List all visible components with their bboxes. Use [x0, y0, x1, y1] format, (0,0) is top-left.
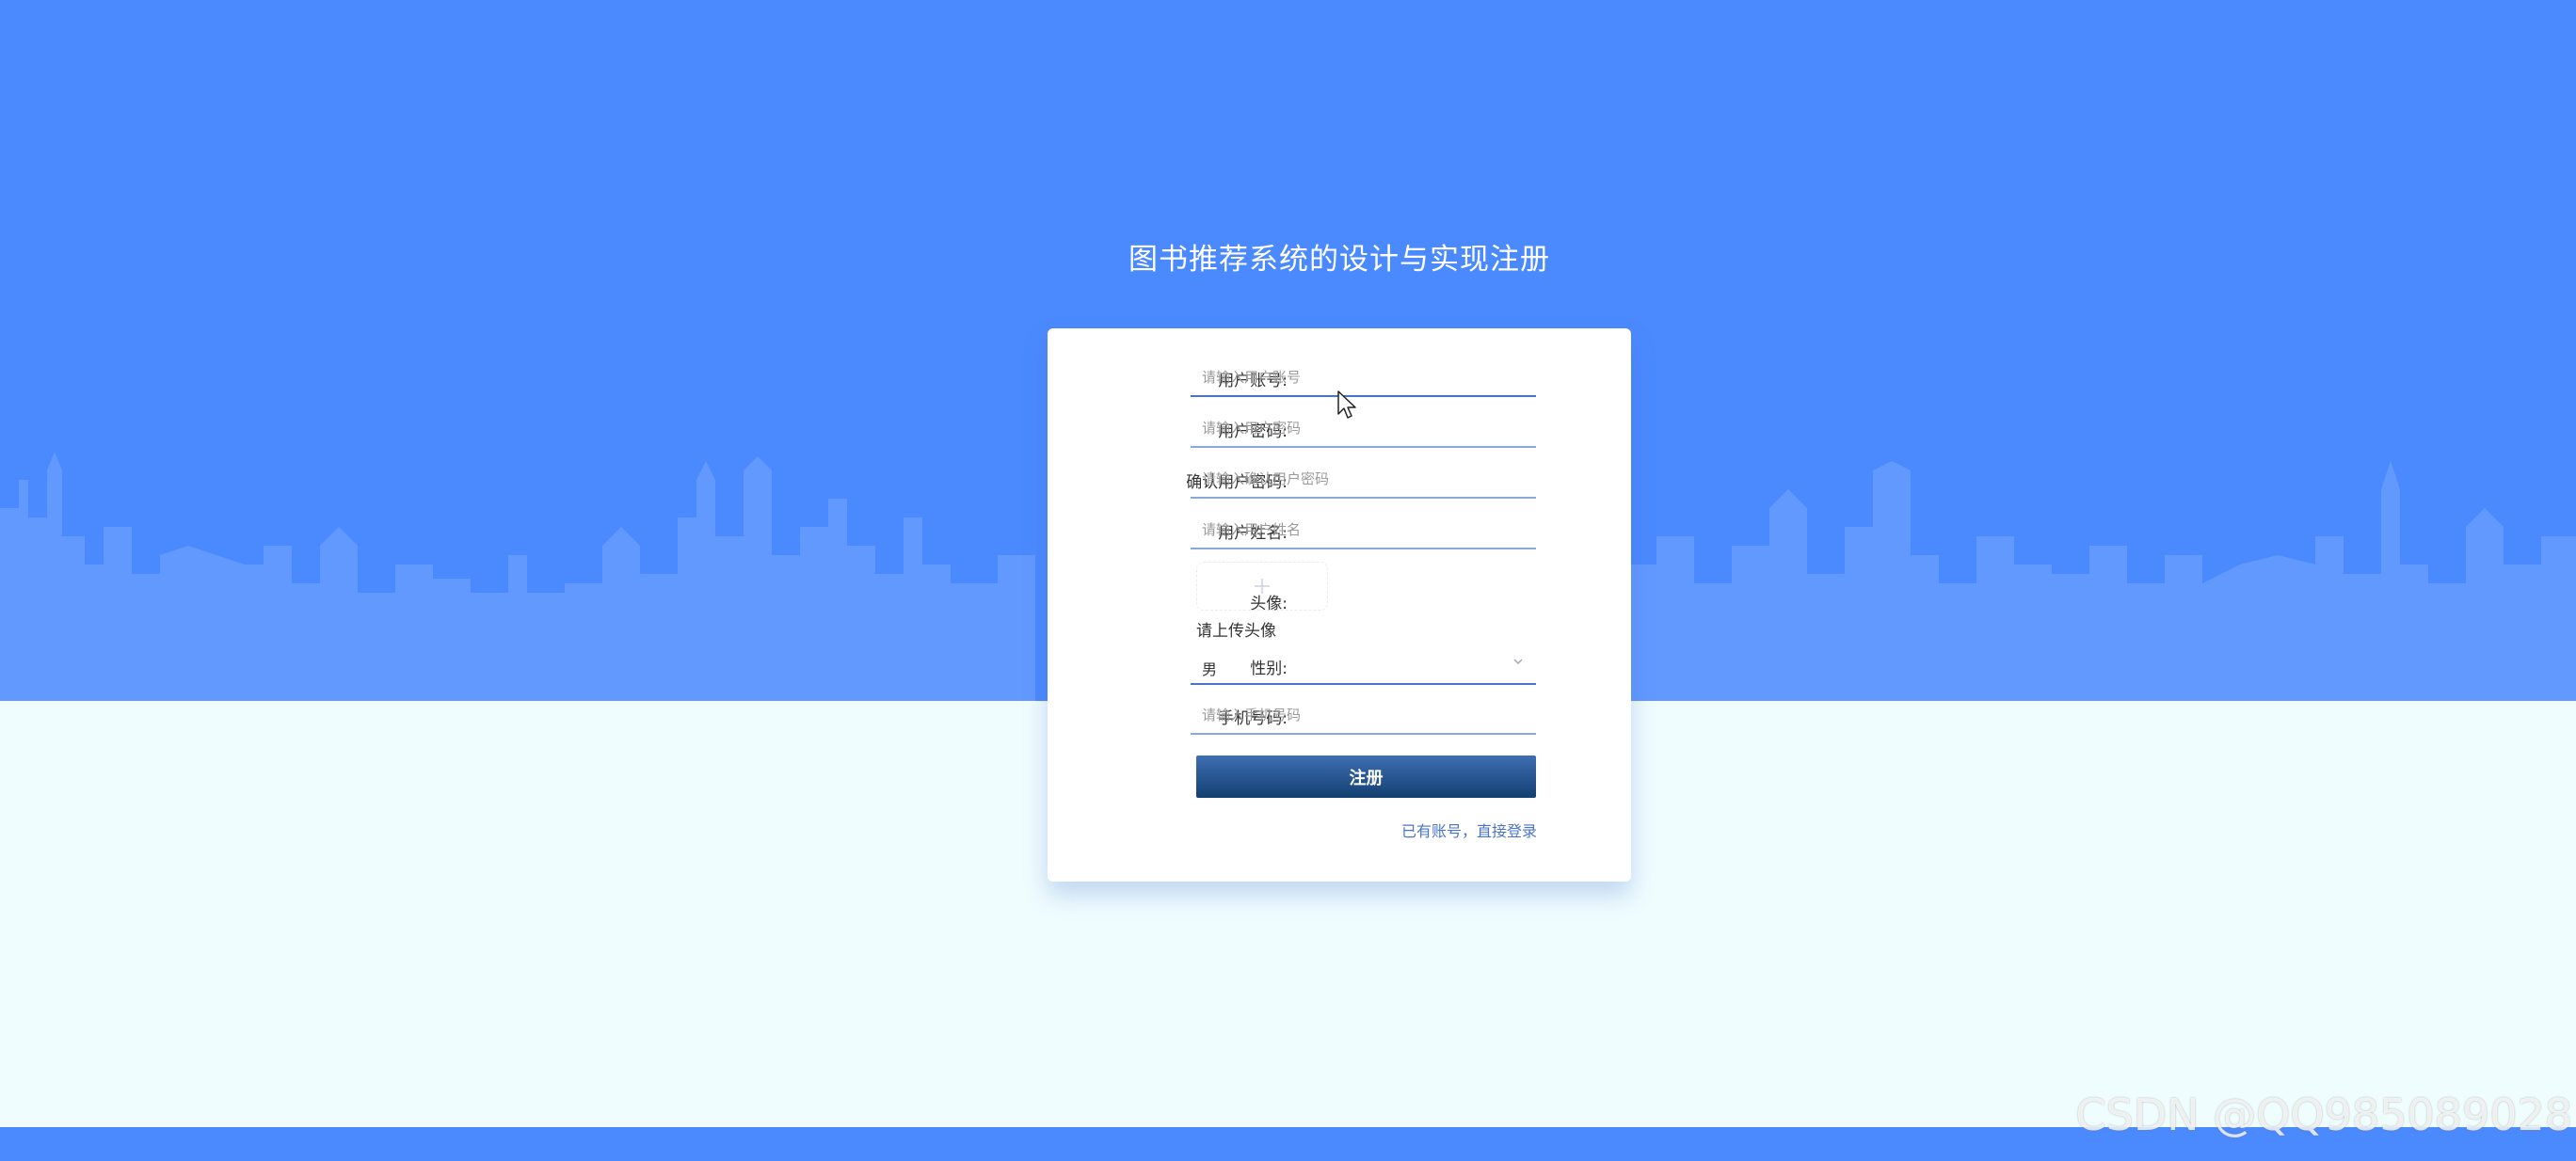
watermark: CSDN @QQ985089028 — [2075, 1089, 2572, 1140]
register-button[interactable]: 注册 — [1196, 755, 1536, 798]
gender-row: 性别: 男 — [1048, 647, 1631, 685]
name-row: 用户姓名: — [1048, 512, 1631, 549]
phone-row: 手机号码: — [1048, 697, 1631, 735]
avatar-upload-button[interactable] — [1196, 562, 1328, 611]
confirm-password-row: 确认用户密码: — [1048, 461, 1631, 499]
avatar-upload-hint: 请上传头像 — [1196, 622, 1276, 641]
confirm-password-input[interactable] — [1191, 461, 1536, 499]
gender-select[interactable]: 男 — [1191, 647, 1536, 685]
name-input[interactable] — [1191, 512, 1536, 549]
gender-selected-value: 男 — [1202, 660, 1218, 678]
plus-icon — [1255, 579, 1270, 594]
page-title: 图书推荐系统的设计与实现注册 — [1128, 243, 1550, 277]
chevron-down-icon — [1513, 659, 1523, 665]
account-input[interactable] — [1191, 359, 1536, 397]
password-input[interactable] — [1191, 410, 1536, 448]
phone-input[interactable] — [1191, 697, 1536, 735]
mouse-pointer-icon — [1337, 390, 1356, 419]
login-link[interactable]: 已有账号，直接登录 — [1401, 819, 1537, 841]
avatar-row: 头像: — [1048, 582, 1631, 620]
register-page: 图书推荐系统的设计与实现注册 用户账号: 用户密码: 确认用户密码: 用户姓名:… — [0, 0, 2576, 1161]
